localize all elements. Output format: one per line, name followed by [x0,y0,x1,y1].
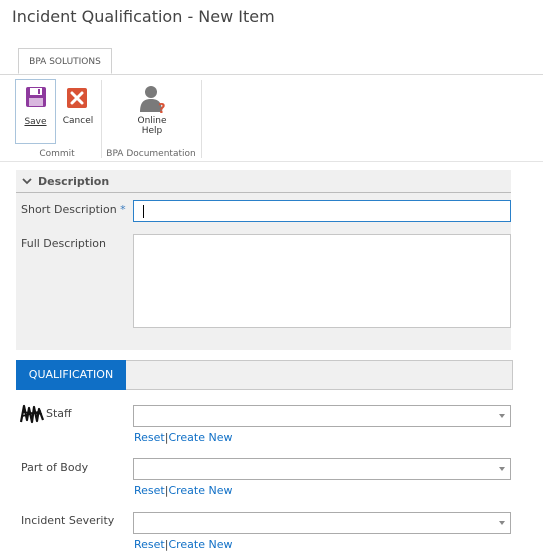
staff-reset-link[interactable]: Reset [134,431,165,444]
dropdown-arrow-icon [499,521,505,525]
part-of-body-create-new-link[interactable]: Create New [168,484,232,497]
online-help-button[interactable]: ? Online Help [128,80,176,142]
online-help-label: Online Help [128,116,176,136]
dropdown-arrow-icon [499,467,505,471]
part-of-body-label: Part of Body [21,461,89,474]
description-section-title[interactable]: Description [38,175,109,188]
short-description-label-text: Short Description [21,203,117,216]
short-description-input[interactable] [133,200,511,222]
description-header-underline [16,192,511,193]
ribbon-group-separator [101,80,102,158]
tab-bpa-solutions[interactable]: BPA SOLUTIONS [18,48,112,74]
incident-severity-label: Incident Severity [21,514,115,527]
staff-links: Reset|Create New [134,431,233,444]
staff-select[interactable] [133,405,511,427]
staff-create-new-link[interactable]: Create New [168,431,232,444]
short-description-label: Short Description * [21,203,126,216]
ribbon-group-separator [201,80,202,158]
group-label-bpa-documentation: BPA Documentation [106,149,196,159]
svg-text:?: ? [158,102,166,114]
cancel-label: Cancel [62,116,94,126]
incident-severity-links: Reset|Create New [134,538,233,551]
text-cursor [143,205,144,218]
incident-severity-create-new-link[interactable]: Create New [168,538,232,551]
full-description-textarea[interactable] [133,234,511,328]
incident-severity-select[interactable] [133,512,511,534]
incident-severity-reset-link[interactable]: Reset [134,538,165,551]
chevron-down-icon[interactable] [22,176,32,186]
tab-qualification[interactable]: QUALIFICATION [16,360,126,390]
save-icon [26,87,46,107]
part-of-body-links: Reset|Create New [134,484,233,497]
staff-label: Staff [46,407,72,420]
part-of-body-reset-link[interactable]: Reset [134,484,165,497]
save-button[interactable]: Save [15,79,56,144]
ribbon-bottom-divider [0,161,543,162]
full-description-label: Full Description [21,237,106,250]
help-person-icon: ? [140,86,166,114]
group-label-commit: Commit [39,149,75,159]
required-marker: * [120,203,126,216]
dropdown-arrow-icon [499,414,505,418]
help-label-line1: Online [137,116,167,126]
save-label: Save [24,117,47,127]
page-title: Incident Qualification - New Item [12,7,275,26]
cancel-icon [67,88,87,108]
staff-signature-icon [19,404,45,424]
cancel-button[interactable]: Cancel [58,80,98,142]
part-of-body-select[interactable] [133,458,511,480]
help-label-line2: Help [141,126,163,136]
